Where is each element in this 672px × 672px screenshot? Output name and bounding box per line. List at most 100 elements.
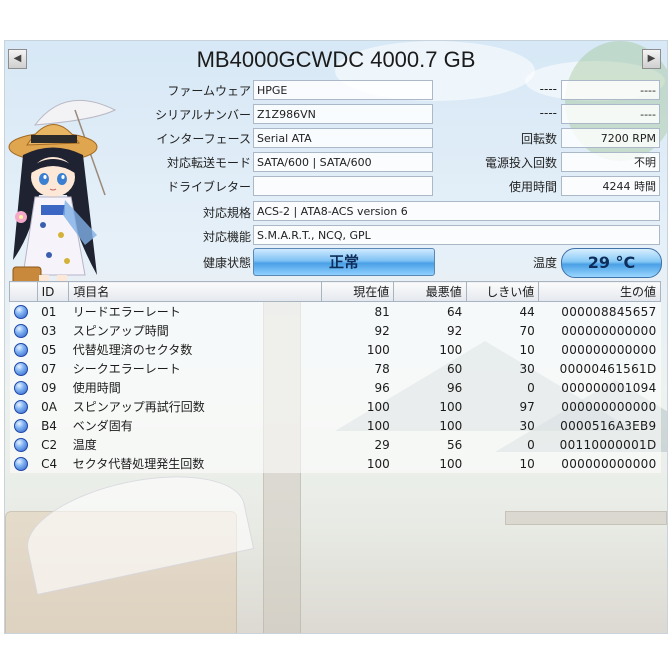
attribute-raw: 000008845657 [538, 301, 661, 321]
drive-letter-value [253, 176, 433, 196]
column-header-id[interactable]: ID [36, 281, 70, 302]
attribute-threshold: 0 [466, 378, 539, 397]
status-dot-icon [9, 340, 38, 359]
health-status-label: 健康状態 [202, 256, 251, 270]
attribute-threshold: 44 [466, 301, 539, 321]
table-header-row: ID 項目名 現在値 最悪値 しきい値 生の値 [9, 281, 661, 302]
attribute-current: 100 [321, 397, 394, 416]
table-row[interactable]: B4 ベンダ固有 100 100 30 0000516A3EB9 [9, 416, 661, 435]
serial-number-label: シリアルナンバー [155, 108, 251, 122]
mascot-character-illustration [8, 99, 117, 299]
attribute-worst: 100 [393, 397, 467, 416]
status-good-icon [13, 380, 28, 395]
firmware-label: ファームウェア [167, 84, 251, 98]
firmware-value: HPGE [253, 80, 433, 100]
status-dot-icon [9, 321, 38, 340]
attribute-threshold: 10 [466, 340, 539, 359]
serial-number-value: Z1Z986VN [253, 104, 433, 124]
attribute-id: 0A [37, 397, 69, 416]
status-dot-icon [9, 416, 38, 435]
attribute-current: 92 [321, 321, 394, 340]
drive-title: MB4000GCWDC 4000.7 GB [196, 47, 476, 72]
status-good-icon [13, 361, 28, 376]
table-row[interactable]: C4 セクタ代替処理発生回数 100 100 10 000000000000 [9, 454, 661, 473]
status-dot-icon [9, 397, 38, 416]
column-header-worst[interactable]: 最悪値 [393, 281, 467, 302]
attribute-threshold: 70 [466, 321, 539, 340]
attribute-worst: 92 [393, 321, 467, 340]
attribute-name: ベンダ固有 [68, 416, 322, 435]
rotation-rate-label: 回転数 [520, 132, 557, 146]
status-good-icon [13, 437, 28, 452]
attribute-current: 100 [321, 416, 394, 435]
attribute-name: スピンアップ時間 [68, 321, 322, 340]
attribute-raw: 000000000000 [538, 397, 661, 416]
column-header-raw[interactable]: 生の値 [538, 281, 661, 302]
attribute-id: B4 [37, 416, 69, 435]
attribute-worst: 100 [393, 416, 467, 435]
attribute-raw: 00000461561D [538, 359, 661, 378]
power-on-count-value: 不明 [561, 152, 660, 172]
column-header-status[interactable] [9, 281, 38, 302]
table-row[interactable]: 09 使用時間 96 96 0 000000001094 [9, 378, 661, 397]
table-row[interactable]: 01 リードエラーレート 81 64 44 000008845657 [9, 301, 661, 321]
attribute-threshold: 97 [466, 397, 539, 416]
attribute-id: 09 [37, 378, 69, 397]
attribute-id: C4 [37, 454, 69, 473]
right-info-label-1: ---- [539, 82, 557, 96]
status-good-icon [13, 342, 28, 357]
transfer-mode-value: SATA/600 | SATA/600 [253, 152, 433, 172]
attribute-id: 05 [37, 340, 69, 359]
attribute-worst: 64 [393, 301, 467, 321]
attribute-worst: 96 [393, 378, 467, 397]
attribute-current: 96 [321, 378, 394, 397]
status-good-icon [13, 304, 28, 319]
attribute-threshold: 0 [466, 435, 539, 454]
attribute-raw: 000000000000 [538, 454, 661, 473]
attribute-current: 78 [321, 359, 394, 378]
status-good-icon [13, 418, 28, 433]
features-label: 対応機能 [202, 230, 251, 244]
right-info-value-1: ---- [561, 80, 660, 100]
status-good-icon [13, 456, 28, 471]
table-row[interactable]: 03 スピンアップ時間 92 92 70 000000000000 [9, 321, 661, 340]
column-header-current[interactable]: 現在値 [320, 281, 395, 302]
standard-value: ACS-2 | ATA8-ACS version 6 [253, 201, 660, 221]
status-good-icon [13, 323, 28, 338]
table-row[interactable]: C2 温度 29 56 0 00110000001D [9, 435, 661, 454]
status-dot-icon [9, 454, 38, 473]
smart-attributes-table: ID 項目名 現在値 最悪値 しきい値 生の値 01 リードエラーレート 81 64 4… [9, 281, 661, 473]
column-header-name[interactable]: 項目名 [68, 281, 322, 302]
attribute-id: 01 [37, 301, 69, 321]
table-row[interactable]: 07 シークエラーレート 78 60 30 00000461561D [9, 359, 661, 378]
crystaldiskinfo-window: ◀ ▶ MB4000GCWDC 4000.7 GB ファームウェア HPGE シ… [4, 40, 668, 634]
status-good-icon [13, 399, 28, 414]
attribute-name: 使用時間 [68, 378, 322, 397]
table-row[interactable]: 0A スピンアップ再試行回数 100 100 97 000000000000 [9, 397, 661, 416]
power-on-count-label: 電源投入回数 [484, 156, 557, 170]
attribute-name: 代替処理済のセクタ数 [68, 340, 322, 359]
attribute-id: C2 [37, 435, 69, 454]
status-dot-icon [9, 359, 38, 378]
attribute-raw: 000000000000 [538, 340, 661, 359]
interface-label: インターフェース [156, 132, 251, 146]
attribute-raw: 00110000001D [538, 435, 661, 454]
table-row[interactable]: 05 代替処理済のセクタ数 100 100 10 000000000000 [9, 340, 661, 359]
power-on-hours-value: 4244 時間 [561, 176, 660, 196]
temperature-label: 温度 [532, 256, 557, 270]
status-dot-icon [9, 435, 38, 454]
drive-letter-label: ドライブレター [166, 180, 251, 194]
health-status-button[interactable]: 正常 [253, 248, 435, 276]
attribute-name: スピンアップ再試行回数 [68, 397, 322, 416]
attribute-current: 29 [321, 435, 394, 454]
column-header-threshold[interactable]: しきい値 [465, 281, 540, 302]
power-on-hours-label: 使用時間 [508, 180, 557, 194]
attribute-current: 81 [321, 301, 394, 321]
attribute-worst: 56 [393, 435, 467, 454]
standard-label: 対応規格 [202, 206, 251, 220]
attribute-name: 温度 [68, 435, 322, 454]
attribute-raw: 000000000000 [538, 321, 661, 340]
temperature-button[interactable]: 29 °C [561, 248, 662, 278]
attribute-threshold: 30 [466, 416, 539, 435]
background-umbrella [17, 458, 255, 596]
